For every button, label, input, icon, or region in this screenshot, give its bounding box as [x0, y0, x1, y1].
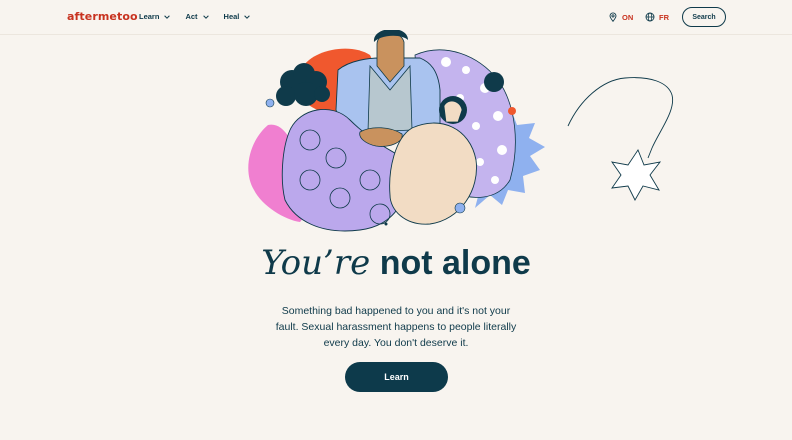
- nav-heal-menu[interactable]: Heal: [224, 12, 252, 21]
- globe-icon: [645, 12, 655, 22]
- site-logo[interactable]: aftermetoo: [67, 10, 138, 23]
- headline-bold: not alone: [379, 244, 531, 282]
- chevron-down-icon: [164, 14, 171, 19]
- main-nav: Learn Act Heal: [139, 12, 251, 21]
- nav-learn-label: Learn: [139, 12, 160, 21]
- learn-button[interactable]: Learn: [345, 362, 448, 392]
- nav-heal-label: Heal: [223, 12, 240, 21]
- nav-learn-menu[interactable]: Learn: [139, 12, 171, 21]
- language-label: FR: [659, 12, 669, 22]
- white-star-shape: [611, 149, 662, 201]
- small-dot: [384, 222, 388, 226]
- hero-illustration: [248, 30, 674, 232]
- orange-dot: [508, 107, 516, 115]
- blue-dot-bottom: [454, 202, 466, 214]
- region-label: ON: [622, 12, 634, 22]
- search-button[interactable]: Search: [682, 7, 726, 27]
- blue-dot-left: [265, 98, 275, 108]
- hero-subtitle: Something bad happened to you and it's n…: [275, 305, 517, 349]
- figure-head-right: [484, 72, 504, 92]
- headline-italic: You’re: [261, 243, 371, 283]
- chevron-down-icon: [244, 14, 251, 19]
- chevron-down-icon: [202, 14, 209, 19]
- swirl-line: [567, 77, 674, 159]
- region-selector[interactable]: ON: [608, 12, 633, 22]
- peach-figure-face: [443, 100, 463, 123]
- nav-act-menu[interactable]: Act: [185, 12, 209, 21]
- language-selector[interactable]: FR: [645, 12, 669, 22]
- location-pin-icon: [609, 12, 617, 22]
- nav-act-label: Act: [185, 12, 198, 21]
- page-title: You’re not alone: [0, 243, 792, 283]
